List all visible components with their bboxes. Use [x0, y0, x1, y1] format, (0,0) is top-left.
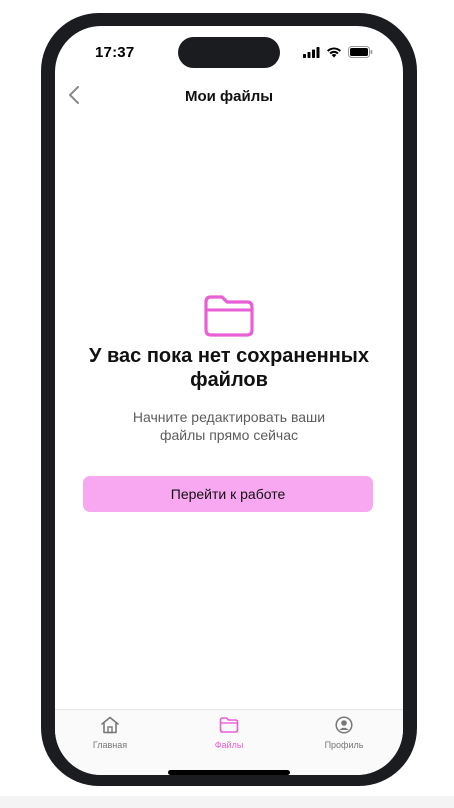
empty-state: У вас пока нет сохраненных файлов Начнит… — [55, 294, 403, 444]
tab-profile[interactable]: Профиль — [299, 710, 389, 760]
home-indicator — [168, 770, 290, 775]
status-bar: 17:37 — [55, 26, 403, 80]
empty-state-title: У вас пока нет сохраненных файлов — [89, 345, 369, 391]
cellular-signal-icon — [303, 46, 320, 58]
folder-icon — [219, 716, 239, 734]
profile-icon — [335, 716, 353, 734]
page-background-strip — [0, 796, 454, 808]
navigation-bar: Мои файлы — [55, 82, 403, 112]
folder-icon — [55, 294, 403, 338]
battery-icon — [348, 46, 373, 58]
tab-files[interactable]: Файлы — [184, 710, 274, 760]
tab-bar: Главная Файлы Профиль — [55, 709, 403, 775]
go-to-work-button[interactable]: Перейти к работе — [83, 476, 373, 512]
phone-screen: 17:37 Мои файлы У вас пока нет сохраненн… — [55, 26, 403, 775]
tab-profile-label: Профиль — [324, 740, 364, 750]
dynamic-island — [178, 37, 280, 68]
home-icon — [100, 716, 120, 734]
page-title: Мои файлы — [184, 88, 274, 105]
status-time: 17:37 — [95, 44, 135, 61]
empty-state-subtitle: Начните редактировать ваши файлы прямо с… — [132, 409, 326, 443]
tab-home[interactable]: Главная — [65, 710, 155, 760]
tab-files-label: Файлы — [214, 740, 244, 750]
wifi-icon — [326, 46, 342, 58]
status-icons — [303, 46, 373, 58]
tab-home-label: Главная — [92, 740, 128, 750]
